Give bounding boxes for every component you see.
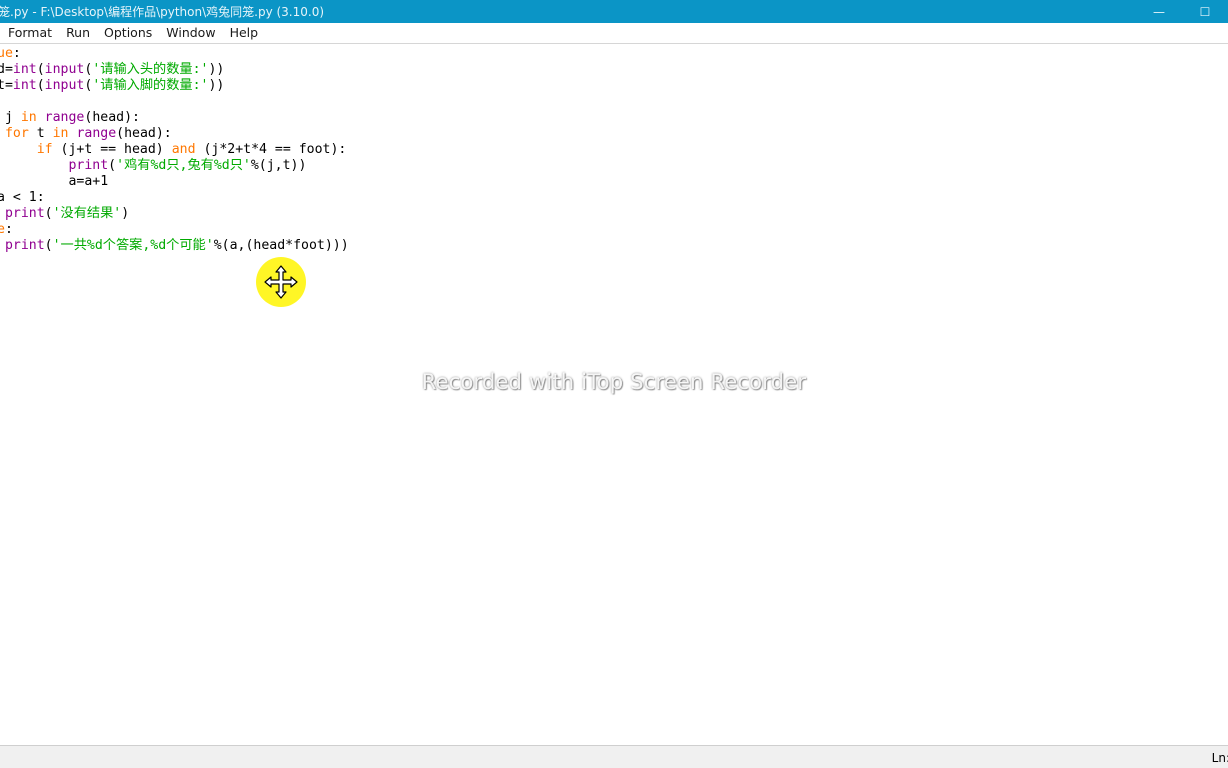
status-bar: Ln: (0, 745, 1228, 768)
string-token: '一共%d个答案,%d个可能' (52, 238, 214, 253)
string-token: '请输入头的数量:' (92, 62, 209, 77)
menu-window[interactable]: Window (159, 23, 222, 43)
string-token: '鸡有%d只,兔有%d只' (116, 158, 251, 173)
code-line[interactable]: print('一共%d个答案,%d个可能'%(a,(head*foot))) (0, 238, 349, 254)
code-token: a < 1: (0, 190, 45, 205)
code-token: t (28, 126, 53, 141)
keyword-token: for (4, 126, 29, 141)
string-token: '请输入脚的数量:' (92, 78, 209, 93)
code-line[interactable]: t=int(input('请输入脚的数量:')) (0, 78, 349, 94)
menu-bar: Format Run Options Window Help (0, 23, 1228, 44)
code-line[interactable]: a < 1: (0, 190, 349, 206)
cursor-position: Ln: (1211, 750, 1228, 765)
builtin-token: range (44, 110, 85, 125)
code-line[interactable]: if (j+t == head) and (j*2+t*4 == foot): (0, 142, 349, 158)
idle-editor-window: 笼.py - F:\Desktop\编程作品\python\鸡兔同笼.py (3… (0, 0, 1228, 768)
menu-format[interactable]: Format (0, 23, 59, 43)
keyword-token: ue (0, 46, 13, 61)
code-token: ( (36, 62, 45, 77)
code-token: d= (0, 62, 13, 77)
builtin-token: int (12, 62, 37, 77)
code-token: ( (36, 78, 45, 93)
builtin-token: input (44, 78, 85, 93)
keyword-token: if (36, 142, 53, 157)
code-line[interactable]: ue: (0, 46, 349, 62)
keyword-token: in (52, 126, 69, 141)
code-token: ( (44, 206, 53, 221)
code-token: (head): (116, 126, 172, 141)
code-token: t= (0, 78, 13, 93)
recorder-watermark: Recorded with iTop Screen Recorder (421, 370, 807, 394)
code-token: ( (44, 238, 53, 253)
window-controls: — ☐ (1136, 0, 1228, 23)
code-token: (head): (84, 110, 140, 125)
code-token: %(j,t)) (250, 158, 307, 173)
code-token: )) (208, 78, 225, 93)
keyword-token: and (171, 142, 196, 157)
window-title: 笼.py - F:\Desktop\编程作品\python\鸡兔同笼.py (3… (0, 5, 325, 19)
code-line[interactable]: print('鸡有%d只,兔有%d只'%(j,t)) (0, 158, 349, 174)
code-line[interactable]: j in range(head): (0, 110, 349, 126)
code-token: ) (121, 206, 130, 221)
move-cursor-icon (264, 265, 298, 299)
code-token: : (12, 46, 21, 61)
minimize-button[interactable]: — (1136, 0, 1182, 23)
code-line[interactable]: for t in range(head): (0, 126, 349, 142)
title-bar[interactable]: 笼.py - F:\Desktop\编程作品\python\鸡兔同笼.py (3… (0, 0, 1228, 23)
builtin-token: range (76, 126, 117, 141)
code-line[interactable]: d=int(input('请输入头的数量:')) (0, 62, 349, 78)
code-token: )) (208, 62, 225, 77)
menu-run[interactable]: Run (59, 23, 97, 43)
code-token: %(a,(head*foot))) (213, 238, 349, 253)
builtin-token: print (4, 206, 45, 221)
code-line[interactable]: print('没有结果') (0, 206, 349, 222)
restore-button[interactable]: ☐ (1182, 0, 1228, 23)
menu-options[interactable]: Options (97, 23, 159, 43)
builtin-token: input (44, 62, 85, 77)
code-token: : (4, 222, 13, 237)
menu-help[interactable]: Help (223, 23, 266, 43)
code-line[interactable]: e: (0, 222, 349, 238)
code-text[interactable]: ue: d=int(input('请输入头的数量:')) t=int(input('… (0, 46, 349, 254)
builtin-token: print (68, 158, 109, 173)
code-token: ( (108, 158, 117, 173)
code-token: a=a+1 (0, 174, 109, 189)
code-token: j (4, 110, 13, 125)
code-token: (j*2+t*4 == foot): (195, 142, 347, 157)
string-token: '没有结果' (52, 206, 122, 221)
code-editor[interactable]: ue: d=int(input('请输入头的数量:')) t=int(input('… (0, 44, 1228, 745)
code-token: (j+t == head) (52, 142, 172, 157)
builtin-token: print (4, 238, 45, 253)
builtin-token: int (12, 78, 37, 93)
code-line[interactable]: a=a+1 (0, 174, 349, 190)
code-line[interactable] (0, 94, 349, 110)
keyword-token: in (20, 110, 37, 125)
